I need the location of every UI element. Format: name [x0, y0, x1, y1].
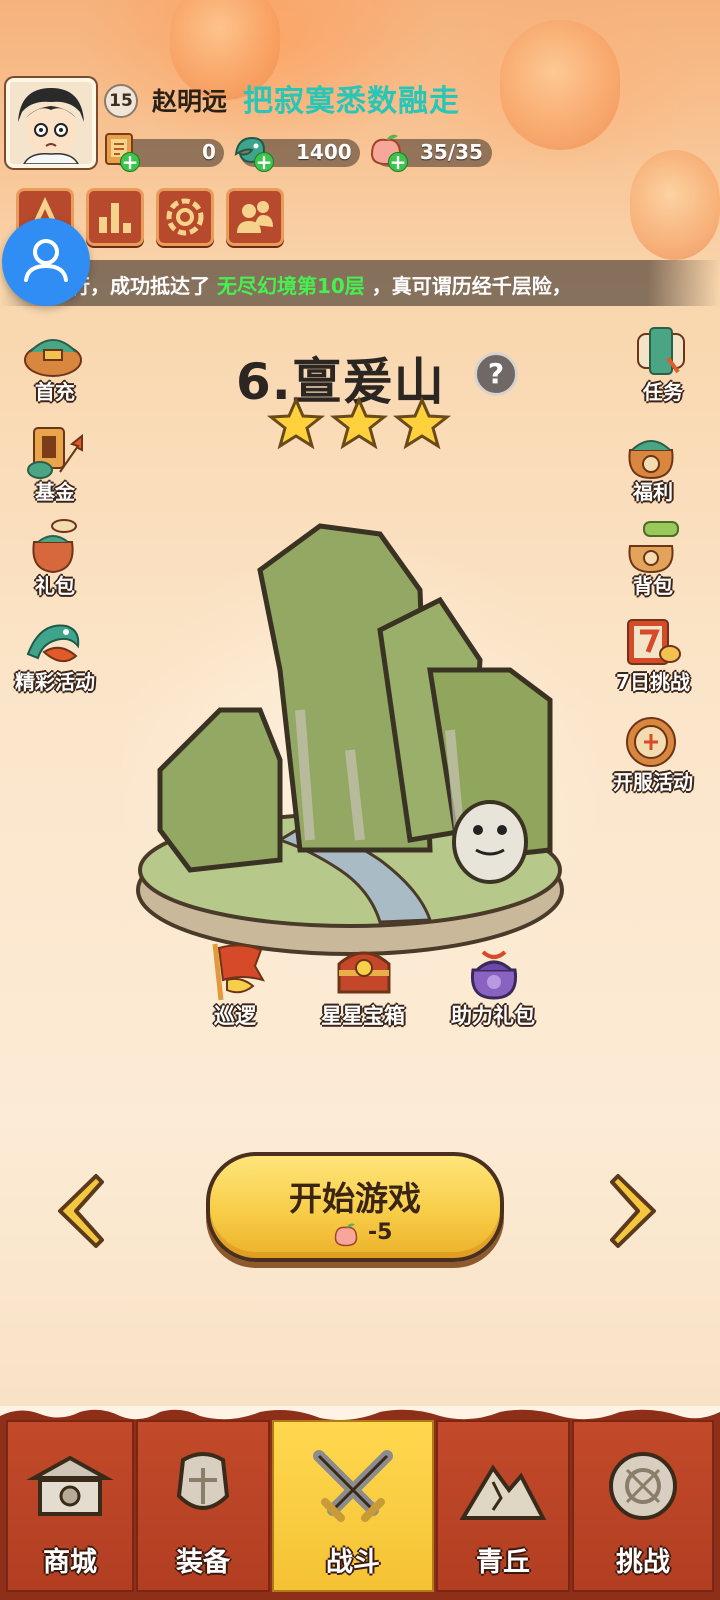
start-game-button[interactable]: 开始游戏 -5 [206, 1152, 504, 1262]
side-label: 7日挑战 [616, 670, 690, 694]
settings-icon [166, 198, 204, 236]
events-icon [26, 624, 80, 663]
gift-pack-icon [32, 519, 77, 574]
announcement-text: 行，成功抵达了 无尽幻境第10层 ，真可谓历经千层险， [70, 270, 572, 299]
stage-island-illustration [136, 523, 564, 956]
qingqiu-mountain-icon [459, 1464, 547, 1520]
star-icon [329, 396, 389, 450]
start-game-label: 开始游戏 [289, 1179, 421, 1218]
ranking-icon [99, 203, 131, 233]
side-server-launch[interactable]: 开服活动 [598, 712, 708, 796]
add-tickets-button[interactable]: + [120, 152, 140, 172]
side-gift-pack[interactable]: 礼包 [0, 516, 110, 600]
announcement-highlight: 无尽幻境第10层 [216, 274, 365, 298]
reward-patrol[interactable]: 巡逻 [170, 940, 300, 1040]
announcement-prefix: 行，成功抵达了 [70, 274, 210, 298]
reward-star-chest[interactable]: 星星宝箱 [298, 940, 428, 1040]
shop-icon [26, 1455, 114, 1516]
ranking-button[interactable] [86, 188, 144, 246]
side-welfare[interactable]: 福利 [598, 422, 708, 506]
settings-button[interactable] [156, 188, 214, 246]
user-icon [24, 239, 68, 282]
nav-label: 装备 [176, 1547, 230, 1578]
star-icon [266, 396, 326, 450]
jade-value: 1400 [296, 140, 352, 164]
nav-label: 挑战 [616, 1547, 670, 1578]
player-level-badge: 15 [104, 84, 138, 118]
side-tasks[interactable]: 任务 [608, 322, 718, 406]
side-label: 精彩活动 [15, 670, 95, 694]
support-bag-icon [470, 950, 518, 1000]
guild-name: 把寂寞悉数融走 [243, 84, 460, 119]
server-launch-icon [626, 717, 676, 767]
friends-button[interactable] [226, 188, 284, 246]
stamina-value: 35/35 [420, 140, 483, 164]
reward-label: 巡逻 [214, 1004, 256, 1028]
nav-tab-equipment[interactable]: 装备 [136, 1420, 270, 1592]
side-label: 基金 [35, 480, 75, 504]
nav-label: 青丘 [476, 1547, 530, 1578]
welfare-icon [628, 440, 674, 480]
nav-tab-shop[interactable]: 商城 [6, 1420, 134, 1592]
stage-stars [266, 396, 452, 450]
side-backpack[interactable]: 背包 [598, 516, 708, 600]
reward-label: 星星宝箱 [321, 1004, 405, 1028]
side-first-recharge[interactable]: 首充 [0, 322, 110, 406]
backpack-icon [628, 521, 679, 574]
reward-label: 助力礼包 [451, 1004, 535, 1028]
avatar-portrait-icon [10, 82, 92, 164]
lantern-decoration [630, 150, 720, 260]
nav-label: 商城 [43, 1547, 97, 1578]
challenge-gong-icon [609, 1452, 677, 1520]
side-label: 开服活动 [613, 770, 693, 794]
reward-support-bag[interactable]: 助力礼包 [428, 940, 558, 1040]
equipment-icon [176, 1452, 230, 1510]
player-avatar[interactable] [6, 78, 96, 168]
patrol-flag-icon [212, 943, 266, 1001]
friends-icon [237, 201, 273, 233]
announcement-suffix: ，真可谓历经千层险， [371, 274, 572, 298]
nav-tab-challenge[interactable]: 挑战 [572, 1420, 714, 1592]
next-stage-arrow-icon[interactable] [606, 1170, 662, 1252]
stamina-cost: -5 [368, 1220, 393, 1245]
add-jade-button[interactable]: + [254, 152, 274, 172]
start-cost: -5 [330, 1220, 420, 1250]
tasks-icon [637, 327, 685, 375]
peach-stamina-icon [334, 1223, 358, 1247]
side-label: 背包 [633, 574, 673, 598]
side-fund[interactable]: 基金 [0, 422, 110, 506]
side-label: 首充 [35, 380, 75, 404]
nav-label: 战斗 [326, 1547, 380, 1578]
side-label: 任务 [643, 380, 683, 404]
lantern-decoration [500, 20, 620, 150]
nav-tab-battle[interactable]: 战斗 [272, 1420, 434, 1592]
nav-tab-qingqiu[interactable]: 青丘 [436, 1420, 570, 1592]
fund-icon [27, 427, 83, 479]
side-label: 礼包 [35, 574, 75, 598]
help-icon[interactable]: ? [474, 352, 518, 396]
previous-stage-arrow-icon[interactable] [52, 1170, 108, 1252]
side-label: 福利 [633, 480, 673, 504]
add-stamina-button[interactable]: + [388, 152, 408, 172]
first-recharge-icon [24, 339, 82, 377]
floating-account-button[interactable] [2, 218, 90, 306]
tickets-value: 0 [202, 140, 216, 164]
side-events[interactable]: 精彩活动 [0, 612, 110, 696]
star-chest-icon [337, 951, 391, 994]
seven-day-challenge-icon [627, 619, 681, 665]
battle-swords-icon [313, 1450, 393, 1522]
star-icon [392, 396, 452, 450]
side-seven-day-challenge[interactable]: 7日挑战 [598, 612, 708, 696]
player-name: 赵明远 [152, 87, 228, 116]
